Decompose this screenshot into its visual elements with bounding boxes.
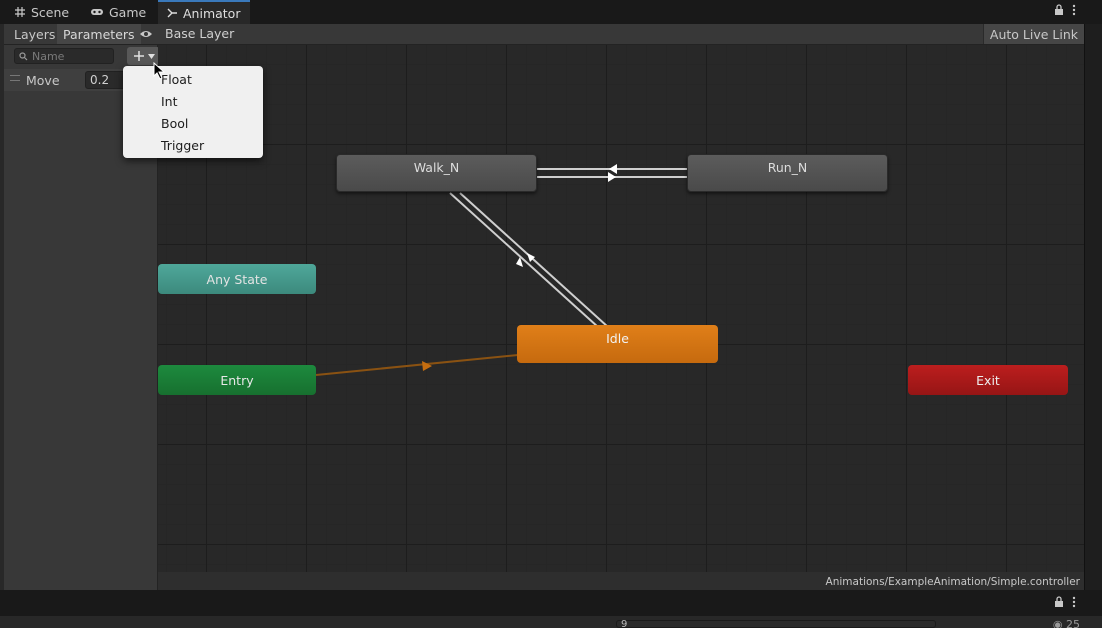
menu-item-float[interactable]: Float [161,72,192,87]
eye-icon [140,31,152,37]
bottom-search-field[interactable]: 9 [616,620,936,628]
parameter-search-input[interactable] [32,49,108,63]
arrow-left-icon [609,164,617,174]
state-node-label: Any State [206,271,268,287]
state-node-walk[interactable]: Walk_N [336,154,537,192]
parameter-name: Move [26,73,60,88]
menu-item-int[interactable]: Int [161,94,178,109]
state-node-label: Idle [606,331,629,346]
tab-scene-label: Scene [31,4,70,20]
plus-icon [133,51,144,61]
add-parameter-dropdown: Float Int Bool Trigger [123,66,263,158]
parameters-tab-button[interactable]: Parameters [57,24,141,44]
transition-idle-to-walk[interactable] [459,192,609,328]
any-state-node[interactable]: Any State [158,264,316,294]
state-node-idle-default[interactable]: Idle [517,325,718,363]
transition-walk-to-idle[interactable] [449,192,599,328]
state-node-label: Exit [976,372,1000,388]
breadcrumb[interactable]: Base Layer [165,26,234,41]
parameter-search-row [4,45,160,67]
kebab-menu-icon[interactable] [1072,596,1076,608]
bottom-panel: 9 ◉ 25 [0,590,1102,628]
tab-animator[interactable]: Animator [158,0,250,24]
grid-icon [15,7,25,17]
parameter-search[interactable] [14,48,114,64]
kebab-menu-icon[interactable] [1072,4,1076,16]
bottom-toolbar [0,616,1102,628]
count-value: 25 [1066,618,1080,628]
bottom-menu-icons [1054,596,1076,608]
right-dock-strip [1084,24,1102,590]
chevron-down-icon [147,53,155,59]
eye-icon: ◉ [1052,618,1063,628]
tab-scene[interactable]: Scene [6,0,77,24]
entry-node[interactable]: Entry [158,365,316,395]
animator-toolbar: Layers Parameters Base Layer Auto Live L… [0,24,1084,45]
animator-icon [167,8,177,18]
gamepad-icon [91,9,103,15]
controller-path: Animations/ExampleAnimation/Simple.contr… [825,576,1080,588]
window-tab-bar: Scene Game Animator [0,0,1102,24]
search-icon [19,51,28,60]
mouse-cursor-icon [153,62,165,80]
exit-node[interactable]: Exit [908,365,1068,395]
visible-count: ◉ 25 [1053,618,1080,628]
state-node-label: Entry [220,372,254,388]
arrow-right-icon [608,172,616,182]
tab-menu-icons [1054,4,1076,16]
drag-handle-icon[interactable] [10,75,20,81]
lock-icon[interactable] [1054,4,1064,16]
transition-entry-to-idle[interactable] [315,354,519,376]
visibility-toggle[interactable] [133,24,159,44]
transitions-layer [315,164,687,376]
layers-tab-button[interactable]: Layers [8,24,61,44]
menu-item-bool[interactable]: Bool [161,116,188,131]
menu-item-trigger[interactable]: Trigger [161,138,204,153]
auto-live-link-button[interactable]: Auto Live Link [982,24,1084,44]
state-node-label: Run_N [767,160,808,175]
tab-game-label: Game [109,4,147,20]
state-node-label: Walk_N [413,160,460,175]
tab-animator-label: Animator [183,5,241,21]
arrow-right-icon [422,361,432,371]
lock-icon[interactable] [1054,596,1064,608]
state-machine-graph[interactable]: Walk_N Run_N Any State Idle Entry Exit A… [158,45,1084,590]
state-node-run[interactable]: Run_N [687,154,888,192]
tab-game[interactable]: Game [82,0,154,24]
